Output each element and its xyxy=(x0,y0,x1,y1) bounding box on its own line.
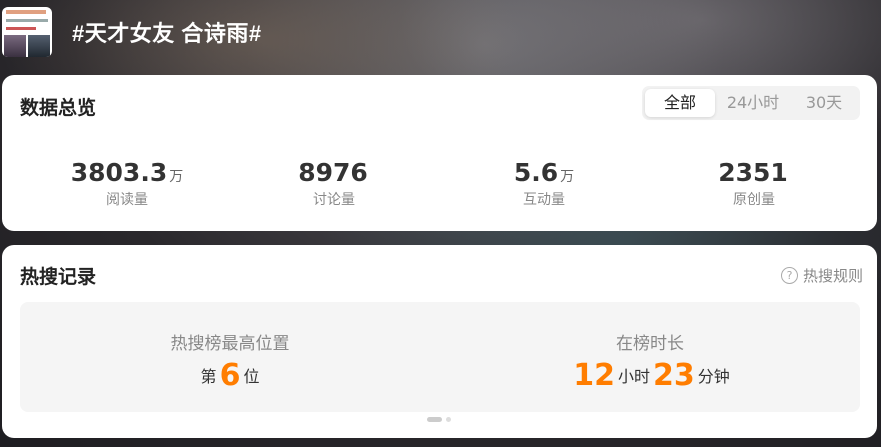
duration-label: 在榜时长 xyxy=(616,334,684,354)
stat-value: 5.6 xyxy=(513,158,559,187)
indicator-dot-active[interactable] xyxy=(427,417,442,422)
overview-title: 数据总览 xyxy=(20,97,97,119)
stat-value: 3803.3 xyxy=(70,158,168,187)
hot-search-card: 热搜记录 ? 热搜规则 热搜榜最高位置 第6位 在榜时长 12 小时 23 分钟 xyxy=(2,245,877,438)
stat-label: 互动量 xyxy=(523,192,565,208)
stat-unit: 万 xyxy=(560,169,575,185)
highest-rank-label: 热搜榜最高位置 xyxy=(170,334,290,354)
rank-prefix: 第 xyxy=(200,367,217,386)
stat-originals: 2351 原创量 xyxy=(645,157,863,209)
duration-value: 12 小时 23 分钟 xyxy=(440,358,860,393)
stat-interactions: 5.6 万 互动量 xyxy=(435,157,653,209)
minutes-unit: 分钟 xyxy=(697,367,730,386)
topic-title: #天才女友 合诗雨# xyxy=(72,21,262,46)
highest-rank-value: 第6位 xyxy=(20,358,440,393)
indicator-dot[interactable] xyxy=(446,417,451,422)
topic-thumbnail[interactable] xyxy=(2,7,52,57)
topic-header: #天才女友 合诗雨# xyxy=(0,0,881,68)
tab-24h[interactable]: 24小时 xyxy=(718,89,788,117)
rank-suffix: 位 xyxy=(243,367,260,386)
stat-label: 原创量 xyxy=(733,192,775,208)
time-range-tabs: 全部 24小时 30天 xyxy=(642,86,860,120)
stat-value: 8976 xyxy=(298,158,368,187)
hot-search-rules-link[interactable]: ? 热搜规则 xyxy=(780,265,863,286)
stat-reads: 3803.3 万 阅读量 xyxy=(18,157,236,209)
question-circle-icon: ? xyxy=(780,267,798,284)
hours-unit: 小时 xyxy=(617,367,650,386)
rank-number: 6 xyxy=(219,358,241,393)
tab-30d[interactable]: 30天 xyxy=(790,89,858,117)
rules-label: 热搜规则 xyxy=(802,267,863,285)
stat-unit: 万 xyxy=(169,169,184,185)
duration-minutes: 23 xyxy=(653,358,695,393)
stat-value: 2351 xyxy=(718,158,788,187)
stat-label: 阅读量 xyxy=(106,192,148,208)
duration-hours: 12 xyxy=(573,358,615,393)
hot-search-summary: 热搜榜最高位置 第6位 在榜时长 12 小时 23 分钟 xyxy=(20,302,860,412)
hot-search-title: 热搜记录 xyxy=(20,266,97,288)
tab-all[interactable]: 全部 xyxy=(645,89,715,117)
stat-discussions: 8976 讨论量 xyxy=(225,157,443,209)
stat-label: 讨论量 xyxy=(313,192,355,208)
overview-card: 数据总览 全部 24小时 30天 3803.3 万 阅读量 8976 讨论量 5.… xyxy=(2,75,877,231)
